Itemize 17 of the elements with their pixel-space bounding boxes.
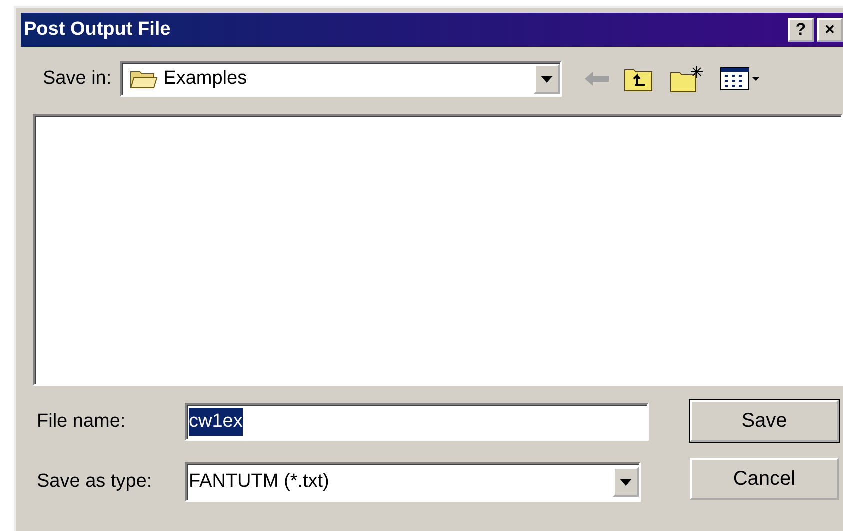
folder-icon [130,69,158,89]
window-title: Post Output File [24,18,171,42]
save-button[interactable]: Save [690,400,839,442]
file-name-text: cw1ex [189,408,243,436]
save-in-dropdown[interactable]: Examples [120,61,562,97]
caret-icon [540,76,553,82]
save-as-type-label: Save as type: [37,470,154,494]
file-name-label: File name: [37,410,127,434]
new-folder-icon[interactable] [670,65,704,93]
caret-icon [620,478,632,486]
file-name-field[interactable]: cw1ex [185,403,649,441]
close-button[interactable]: × [817,18,843,42]
cancel-button[interactable]: Cancel [690,458,839,500]
save-in-label: Save in: [43,66,112,91]
view-menu-icon[interactable] [720,66,762,92]
save-as-type-dropdown[interactable]: FANTUTM (*.txt) [185,462,641,502]
help-button[interactable]: ? [788,18,814,42]
